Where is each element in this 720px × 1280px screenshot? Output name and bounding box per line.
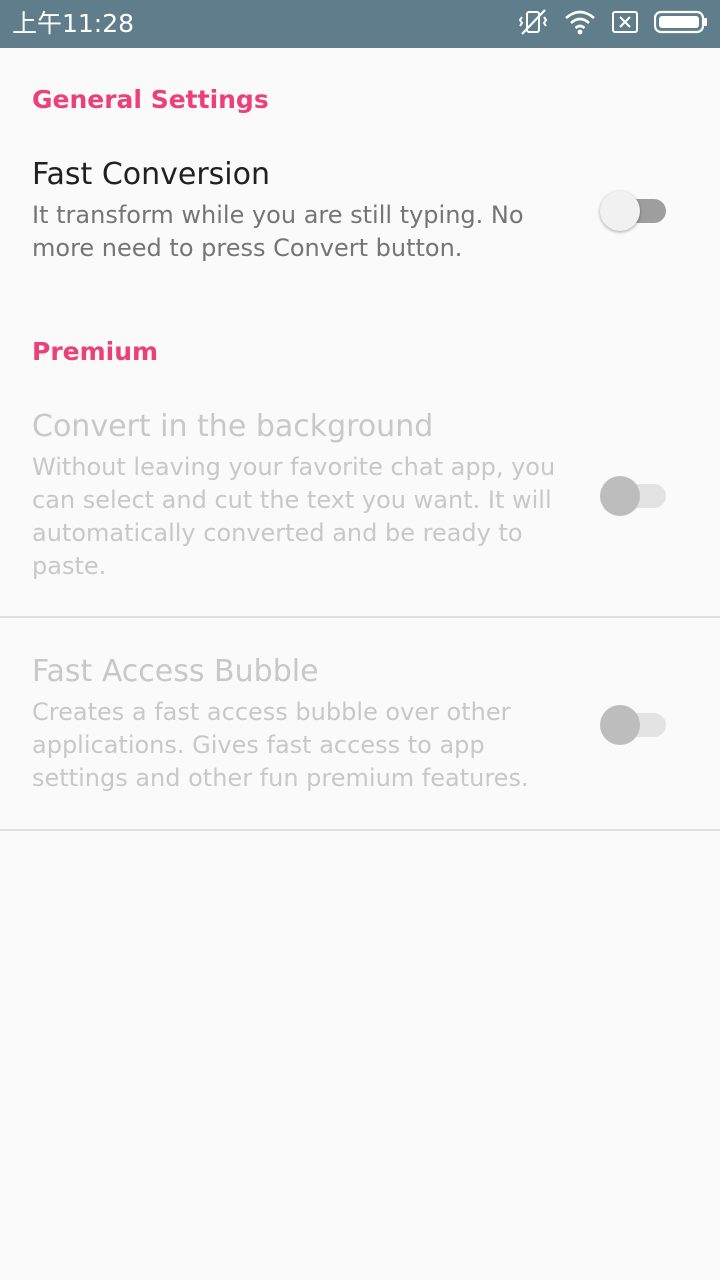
vibrate-off-icon [518, 8, 548, 40]
section-header-general: General Settings [32, 85, 269, 114]
switch-thumb [600, 476, 640, 516]
wifi-icon [564, 9, 596, 39]
pref-summary: It transform while you are still typing.… [32, 201, 524, 262]
battery-icon [653, 10, 708, 38]
divider [0, 616, 720, 618]
pref-fast-access-bubble[interactable]: Fast Access Bubble Creates a fast access… [0, 647, 720, 827]
divider [0, 829, 720, 831]
sim-none-icon [612, 11, 638, 37]
switch-thumb [600, 705, 640, 745]
status-bar: 上午11:28 [0, 0, 720, 48]
fast-access-bubble-switch[interactable] [600, 701, 666, 745]
status-time: 上午11:28 [12, 9, 135, 38]
pref-title: Fast Conversion [32, 157, 271, 192]
pref-summary: Creates a fast access bubble over other … [32, 698, 529, 792]
pref-title: Fast Access Bubble [32, 654, 319, 689]
pref-title: Convert in the background [32, 409, 434, 444]
status-icons [502, 8, 708, 40]
pref-convert-background[interactable]: Convert in the background Without leavin… [0, 402, 720, 616]
fast-conversion-switch[interactable] [600, 187, 666, 231]
section-header-premium: Premium [32, 337, 159, 366]
pref-summary: Without leaving your favorite chat app, … [32, 453, 556, 580]
switch-thumb [600, 191, 640, 231]
convert-background-switch[interactable] [600, 472, 666, 516]
pref-fast-conversion[interactable]: Fast Conversion It transform while you a… [0, 150, 720, 280]
